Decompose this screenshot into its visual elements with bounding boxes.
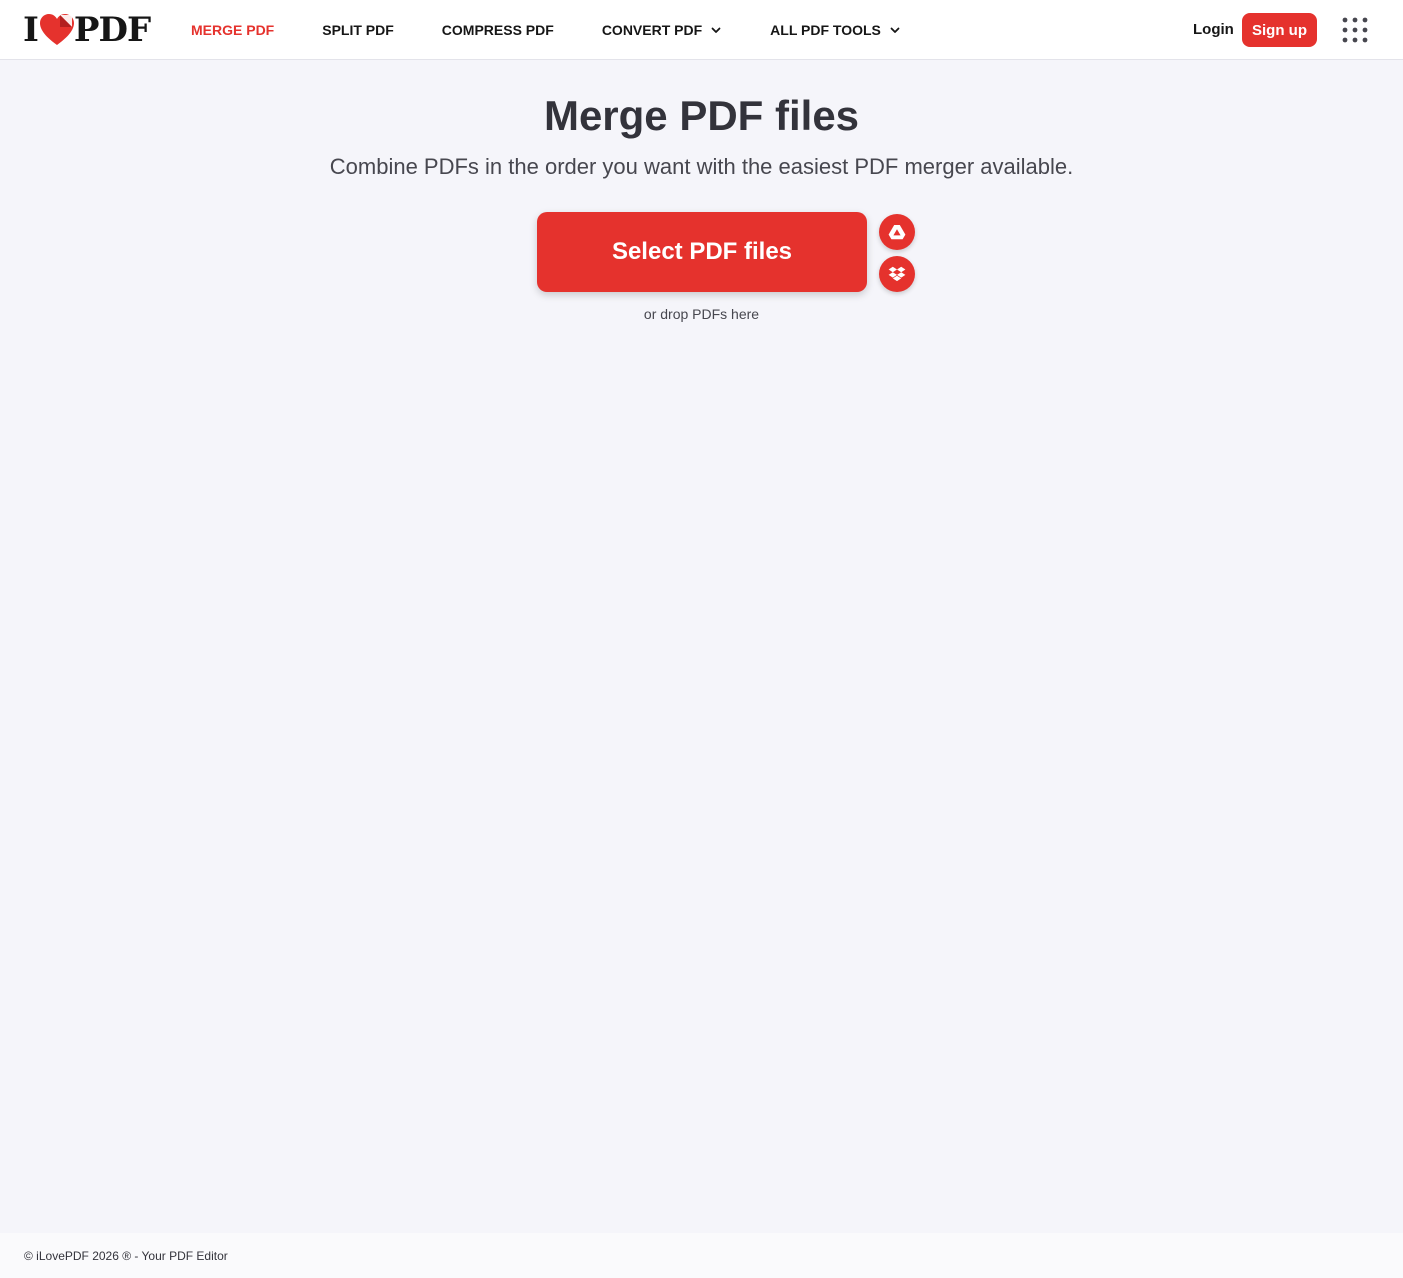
top-header: I PDF MERGE PDF SPLIT PDF COMPRESS PDF C…	[0, 0, 1403, 60]
google-drive-button[interactable]	[879, 214, 915, 250]
footer-copyright: © iLovePDF 2026 ® - Your PDF Editor	[24, 1249, 228, 1263]
nav-merge-pdf[interactable]: MERGE PDF	[191, 22, 274, 38]
nav-convert-pdf[interactable]: CONVERT PDF	[602, 22, 722, 38]
nav-split-pdf[interactable]: SPLIT PDF	[322, 22, 394, 38]
nav-all-pdf-tools[interactable]: ALL PDF TOOLS	[770, 22, 901, 38]
nav-split-pdf-label: SPLIT PDF	[322, 22, 394, 38]
select-pdf-files-button[interactable]: Select PDF files	[537, 212, 867, 292]
page-subtitle: Combine PDFs in the order you want with …	[329, 154, 1074, 179]
main-nav: MERGE PDF SPLIT PDF COMPRESS PDF CONVERT…	[191, 0, 901, 60]
dropbox-button[interactable]	[879, 256, 915, 292]
chevron-down-icon	[890, 27, 900, 33]
chevron-down-icon	[711, 27, 721, 33]
nav-compress-pdf-label: COMPRESS PDF	[441, 22, 554, 38]
drop-hint: or drop PDFs here	[643, 306, 760, 322]
nav-all-pdf-tools-label: ALL PDF TOOLS	[770, 22, 881, 38]
logo-letter-i: I	[23, 10, 39, 50]
page-title: Merge PDF files	[543, 92, 860, 139]
ilovepdf-logo[interactable]: I PDF	[23, 10, 151, 50]
nav-convert-pdf-label: CONVERT PDF	[601, 22, 703, 38]
heart-icon	[39, 14, 74, 45]
google-drive-icon	[888, 225, 906, 240]
nav-compress-pdf[interactable]: COMPRESS PDF	[442, 22, 554, 38]
grid-dots-icon[interactable]	[1341, 16, 1369, 44]
footer: © iLovePDF 2026 ® - Your PDF Editor	[0, 1233, 1403, 1278]
nav-merge-pdf-label: MERGE PDF	[191, 22, 275, 38]
logo-word-pdf: PDF	[73, 10, 151, 50]
login-link[interactable]: Login	[1193, 21, 1234, 38]
signup-button[interactable]: Sign up	[1242, 13, 1317, 47]
dropbox-icon	[888, 266, 906, 281]
